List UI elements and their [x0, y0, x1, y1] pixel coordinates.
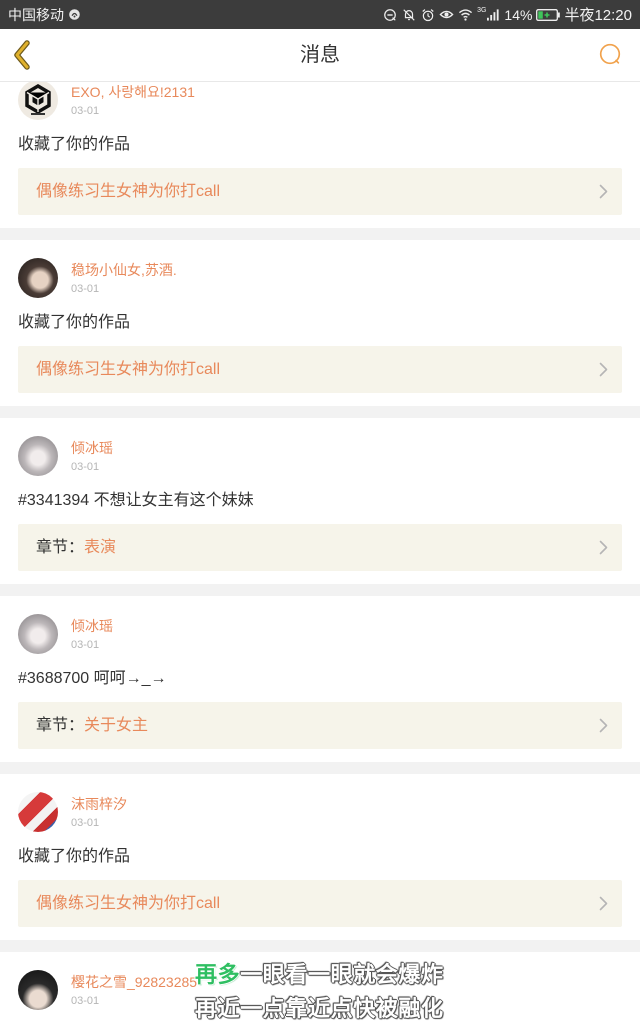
chapter-link[interactable]: 章节：关于女主 [18, 702, 622, 749]
message-date: 03-01 [71, 461, 100, 473]
lyrics-line-1: 再多一眼看一眼就会爆炸 [195, 961, 444, 989]
message-content: #3341394 不想让女主有这个妹妹 [18, 492, 254, 509]
message-list[interactable]: EXO, 사랑해요!2131 03-01 收藏了你的作品 偶像练习生女神为你打c… [0, 62, 640, 1024]
carrier-label: 中国移动 [8, 6, 64, 23]
message-item: EXO, 사랑해요!2131 03-01 收藏了你的作品 偶像练习生女神为你打c… [0, 62, 640, 228]
message-content: 收藏了你的作品 [18, 314, 131, 331]
message-item: 倾冰瑶 03-01 #3688700 呵呵→_→ 章节：关于女主 [0, 596, 640, 762]
chevron-right-icon [599, 540, 608, 555]
chapter-prefix: 章节： [36, 539, 85, 556]
message-date: 03-01 [71, 283, 100, 295]
message-date: 03-01 [71, 639, 100, 651]
chevron-right-icon [599, 184, 608, 199]
work-link[interactable]: 偶像练习生女神为你打call [18, 168, 622, 215]
status-bar: 中国移动 3G 14% 半夜12:20 [0, 0, 640, 29]
app-notification-icon [67, 7, 82, 22]
avatar[interactable] [18, 80, 58, 120]
sender-name[interactable]: 倾冰瑶 [71, 617, 113, 635]
message-content: #3688700 呵呵→_→ [18, 670, 167, 687]
work-link-label: 偶像练习生女神为你打call [36, 346, 220, 393]
wifi-icon [458, 7, 473, 22]
status-bar-right: 3G 14% 半夜12:20 [382, 0, 632, 29]
chapter-title: 关于女主 [84, 717, 149, 734]
chapter-prefix: 章节： [36, 717, 85, 734]
do-not-disturb-icon [382, 7, 397, 22]
work-title: 偶像练习生女神为你打call [36, 183, 221, 200]
message-content: 收藏了你的作品 [18, 136, 131, 153]
network-type-label: 3G [477, 7, 487, 14]
message-item: 倾冰瑶 03-01 #3341394 不想让女主有这个妹妹 章节：表演 [0, 418, 640, 584]
work-title: 偶像练习生女神为你打call [36, 361, 221, 378]
work-link[interactable]: 偶像练习生女神为你打call [18, 346, 622, 393]
avatar[interactable] [18, 436, 58, 476]
avatar[interactable] [18, 614, 58, 654]
chapter-title: 表演 [84, 539, 117, 556]
chapter-link[interactable]: 章节：表演 [18, 524, 622, 571]
signal-icon: 3G [477, 7, 500, 22]
status-bar-left: 中国移动 [8, 0, 82, 29]
work-link[interactable]: 偶像练习生女神为你打call [18, 880, 622, 927]
lyrics-line-2: 再近一点靠近点快被融化 [195, 996, 444, 1021]
message-item: 沫雨梓汐 03-01 收藏了你的作品 偶像练习生女神为你打call [0, 774, 640, 940]
work-link-label: 偶像练习生女神为你打call [36, 168, 220, 215]
battery-percent: 14% [504, 6, 533, 23]
separator [0, 940, 640, 952]
avatar[interactable] [18, 970, 58, 1010]
chapter-link-label: 章节：表演 [36, 524, 116, 571]
battery-icon [536, 7, 561, 22]
message-date: 03-01 [71, 817, 100, 829]
exo-logo-icon [25, 83, 51, 115]
alarm-icon [420, 7, 435, 22]
message-item: 稳场小仙女,苏酒. 03-01 收藏了你的作品 偶像练习生女神为你打call [0, 240, 640, 406]
separator [0, 406, 640, 418]
message-date: 03-01 [71, 995, 100, 1007]
avatar[interactable] [18, 258, 58, 298]
avatar[interactable] [18, 792, 58, 832]
sender-name[interactable]: 稳场小仙女,苏酒. [71, 261, 177, 279]
lyrics-line-1-rest: 一眼看一眼就会爆炸 [240, 962, 444, 987]
message-content: 收藏了你的作品 [18, 848, 131, 865]
clock: 半夜12:20 [564, 7, 632, 24]
separator [0, 584, 640, 596]
chevron-right-icon [599, 718, 608, 733]
eye-comfort-icon [439, 7, 454, 22]
chapter-link-label: 章节：关于女主 [36, 702, 148, 749]
message-date: 03-01 [71, 105, 100, 117]
separator [0, 762, 640, 774]
sender-name[interactable]: 沫雨梓汐 [71, 795, 127, 813]
search-icon [599, 43, 621, 65]
work-link-label: 偶像练习生女神为你打call [36, 880, 220, 927]
lyrics-highlight: 再多 [195, 962, 241, 987]
screen: 中国移动 3G 14% 半夜12:20 消息 EXO, 사랑해요!2131 03… [0, 0, 640, 1024]
chevron-right-icon [599, 362, 608, 377]
work-title: 偶像练习生女神为你打call [36, 895, 221, 912]
chevron-right-icon [599, 896, 608, 911]
sender-name[interactable]: EXO, 사랑해요!2131 [71, 83, 195, 101]
sender-name[interactable]: 樱花之雪_92823285 [71, 973, 197, 991]
sender-name[interactable]: 倾冰瑶 [71, 439, 113, 457]
mute-icon [401, 7, 416, 22]
separator [0, 228, 640, 240]
header: 消息 [0, 29, 640, 82]
page-title: 消息 [300, 44, 340, 66]
search-button[interactable] [594, 38, 626, 70]
